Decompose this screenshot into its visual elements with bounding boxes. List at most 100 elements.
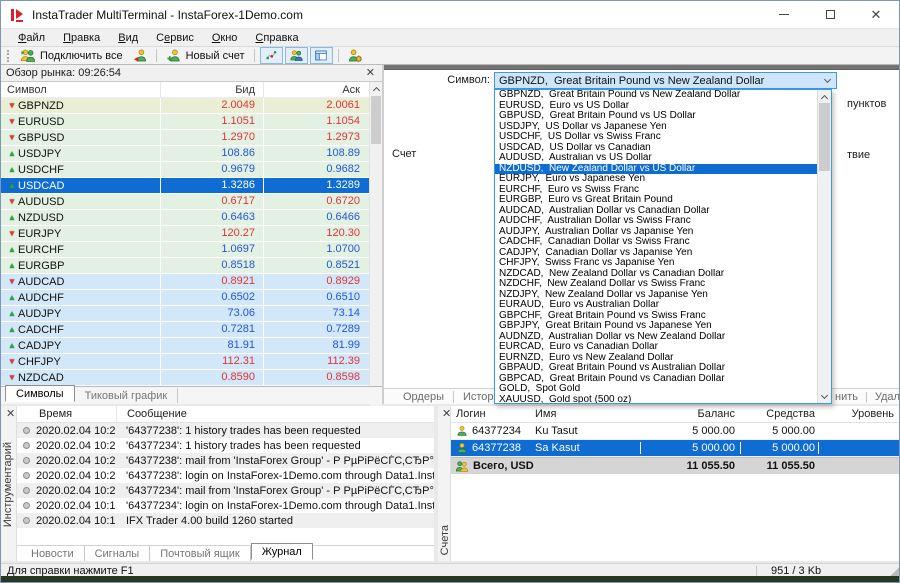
menu-item[interactable]: Правка — [54, 32, 109, 44]
dropdown-option[interactable]: EURCAD, Euro vs Canadian Dollar — [495, 342, 817, 353]
connect-all-button[interactable]: Подключить все — [15, 47, 128, 64]
dropdown-option[interactable]: AUDUSD, Australian vs US Dollar — [495, 153, 817, 164]
minimize-button[interactable] — [761, 1, 807, 28]
dropdown-option[interactable]: XAUUSD, Gold spot (500 oz) — [495, 395, 817, 404]
accounts-vertical-tab[interactable]: Счета — [439, 525, 451, 555]
tab[interactable]: Почтовый ящик — [150, 546, 250, 561]
market-watch-row[interactable]: EURJPY 120.27 120.30 — [1, 226, 382, 242]
dropdown-scrollbar[interactable] — [817, 90, 831, 403]
dropdown-option[interactable]: GBPNZD, Great Britain Pound vs New Zeala… — [495, 90, 817, 101]
tab[interactable]: Тиковый график — [75, 388, 179, 403]
journal-row[interactable]: 2020.02.04 10:20:0... '64377234': mail f… — [17, 483, 434, 498]
dropdown-option[interactable]: GBPCHF, Great Britain Pound vs Swiss Fra… — [495, 311, 817, 322]
market-watch-row[interactable]: AUDJPY 73.06 73.14 — [1, 306, 382, 322]
symbol-combobox[interactable]: GBPNZD, Great Britain Pound vs New Zeala… — [494, 72, 837, 89]
market-watch-row[interactable]: CADCHF 0.7281 0.7289 — [1, 322, 382, 338]
market-watch-row[interactable]: EURGBP 0.8518 0.8521 — [1, 258, 382, 274]
toolbox-close-icon[interactable]: ✕ — [4, 409, 17, 420]
dropdown-option[interactable]: GBPAUD, Great Britain Pound vs Australia… — [495, 363, 817, 374]
dropdown-option[interactable]: CADCHF, Canadian Dollar vs Swiss Franc — [495, 237, 817, 248]
market-watch-row[interactable]: NZDCAD 0.8590 0.8598 — [1, 370, 382, 386]
column-message[interactable]: Сообщение — [116, 406, 434, 422]
menu-item[interactable]: Файл — [9, 32, 54, 44]
column-name[interactable]: Имя — [531, 408, 641, 420]
journal-row[interactable]: 2020.02.04 10:21:1... '64377238': mail f… — [17, 453, 434, 468]
menu-item[interactable]: Сервис — [147, 32, 203, 44]
journal-row[interactable]: 2020.02.04 10:22:2... '64377234': 1 hist… — [17, 438, 434, 453]
tab[interactable]: Сигналы — [85, 546, 151, 561]
menu-item[interactable]: Вид — [109, 32, 147, 44]
maximize-button[interactable] — [807, 1, 853, 28]
dropdown-option[interactable]: NZDCAD, New Zealand Dollar vs Canadian D… — [495, 269, 817, 280]
market-watch-row[interactable]: AUDUSD 0.6717 0.6720 — [1, 194, 382, 210]
market-watch-row[interactable]: AUDCAD 0.8921 0.8929 — [1, 274, 382, 290]
column-login[interactable]: Логин — [451, 408, 531, 420]
market-watch-row[interactable]: GBPUSD 1.2970 1.2973 — [1, 130, 382, 146]
market-watch-close-icon[interactable]: ✕ — [364, 68, 377, 79]
dropdown-option[interactable]: GBPCAD, Great Britain Pound vs Canadian … — [495, 374, 817, 385]
dropdown-option[interactable]: AUDNZD, Australian Dollar vs New Zealand… — [495, 332, 817, 343]
dropdown-option[interactable]: NZDUSD, New Zealand Dollar vs US Dollar — [495, 164, 817, 175]
dropdown-option[interactable]: EURAUD, Euro vs Australian Dollar — [495, 300, 817, 311]
column-bid[interactable]: Бид — [161, 82, 264, 97]
scroll-down-icon[interactable] — [818, 390, 831, 403]
dropdown-option[interactable]: USDCAD, US Dollar vs Canadian — [495, 143, 817, 154]
new-account-button[interactable]: Новый счет — [161, 47, 250, 64]
close-button[interactable]: ✕ — [853, 1, 899, 28]
scroll-up-icon[interactable] — [818, 90, 831, 103]
column-time[interactable]: Время — [17, 408, 116, 420]
journal-row[interactable]: 2020.02.04 10:19:5... '64377234': login … — [17, 498, 434, 513]
column-balance[interactable]: Баланс — [641, 408, 741, 420]
market-watch-row[interactable]: AUDCHF 0.6502 0.6510 — [1, 290, 382, 306]
tab-orders[interactable]: Ордеры — [394, 391, 454, 403]
market-watch-row[interactable]: USDCHF 0.9679 0.9682 — [1, 162, 382, 178]
delete-button-fragment[interactable]: Удалит — [875, 391, 900, 403]
scrollbar-thumb[interactable] — [819, 103, 830, 171]
tick-chart-toggle-button[interactable] — [260, 47, 283, 64]
dropdown-option[interactable]: AUDCHF, Australian Dollar vs Swiss Franc — [495, 216, 817, 227]
layout-toggle-button[interactable] — [310, 47, 333, 64]
account-row[interactable]: 64377238 Sa Kasut 5 000.00 5 000.00 — [451, 440, 900, 457]
column-ask[interactable]: Аск — [264, 82, 382, 97]
journal-row[interactable]: 2020.02.04 10:21:0... '64377238': login … — [17, 468, 434, 483]
market-watch-row[interactable]: USDCAD 1.3286 1.3289 — [1, 178, 382, 194]
chevron-down-icon[interactable] — [819, 77, 836, 84]
dropdown-option[interactable]: AUDJPY, Australian Dollar vs Japanise Ye… — [495, 227, 817, 238]
account-row[interactable]: 64377234 Ku Tasut 5 000.00 5 000.00 — [451, 423, 900, 440]
menu-item[interactable]: Справка — [246, 32, 307, 44]
dropdown-option[interactable]: GOLD, Spot Gold — [495, 384, 817, 395]
tab[interactable]: Журнал — [251, 543, 313, 560]
market-watch-row[interactable]: EURCHF 1.0697 1.0700 — [1, 242, 382, 258]
accounts-close-icon[interactable]: ✕ — [440, 409, 453, 420]
disconnect-all-button[interactable] — [128, 47, 152, 64]
accounts-toggle-button[interactable] — [285, 47, 308, 64]
dropdown-option[interactable]: CHFJPY, Swiss Franc vs Japanise Yen — [495, 258, 817, 269]
market-watch-row[interactable]: GBPNZD 2.0049 2.0061 — [1, 98, 382, 114]
dropdown-option[interactable]: EURNZD, Euro vs New Zealand Dollar — [495, 353, 817, 364]
journal-row[interactable]: 2020.02.04 10:22:2... '64377238': 1 hist… — [17, 423, 434, 438]
tab[interactable]: Символы — [5, 385, 75, 402]
journal-row[interactable]: 2020.02.04 10:19:3... IFX Trader 4.00 bu… — [17, 513, 434, 528]
dropdown-option[interactable]: EURCHF, Euro vs Swiss Franc — [495, 185, 817, 196]
modify-button-fragment[interactable]: нить — [835, 391, 858, 403]
dropdown-option[interactable]: EURJPY, Euro vs Japanese Yen — [495, 174, 817, 185]
dropdown-option[interactable]: EURUSD, Euro vs US Dollar — [495, 101, 817, 112]
scroll-up-icon[interactable] — [370, 82, 382, 95]
scrollbar-thumb[interactable] — [371, 96, 381, 144]
market-watch-row[interactable]: EURUSD 1.1051 1.1054 — [1, 114, 382, 130]
dropdown-option[interactable]: CADJPY, Canadian Dollar vs Japanise Yen — [495, 248, 817, 259]
column-level[interactable]: Уровень — [819, 408, 900, 420]
market-watch-row[interactable]: CADJPY 81.91 81.99 — [1, 338, 382, 354]
market-watch-row[interactable]: USDJPY 108.86 108.89 — [1, 146, 382, 162]
dropdown-option[interactable]: USDCHF, US Dollar vs Swiss Franc — [495, 132, 817, 143]
column-equity[interactable]: Средства — [741, 408, 819, 420]
account-settings-button[interactable] — [343, 47, 367, 64]
dropdown-option[interactable]: GBPUSD, Great Britain Pound vs US Dollar — [495, 111, 817, 122]
dropdown-option[interactable]: AUDCAD, Australian Dollar vs Canadian Do… — [495, 206, 817, 217]
dropdown-option[interactable]: NZDJPY, New Zealand Dollar vs Japanise Y… — [495, 290, 817, 301]
column-symbol[interactable]: Символ — [1, 82, 161, 97]
toolbar-grip[interactable] — [7, 50, 12, 62]
toolbox-vertical-tab[interactable]: Инструментарий — [2, 442, 14, 527]
tab[interactable]: Новости — [21, 546, 85, 561]
market-watch-row[interactable]: CHFJPY 112.31 112.39 — [1, 354, 382, 370]
